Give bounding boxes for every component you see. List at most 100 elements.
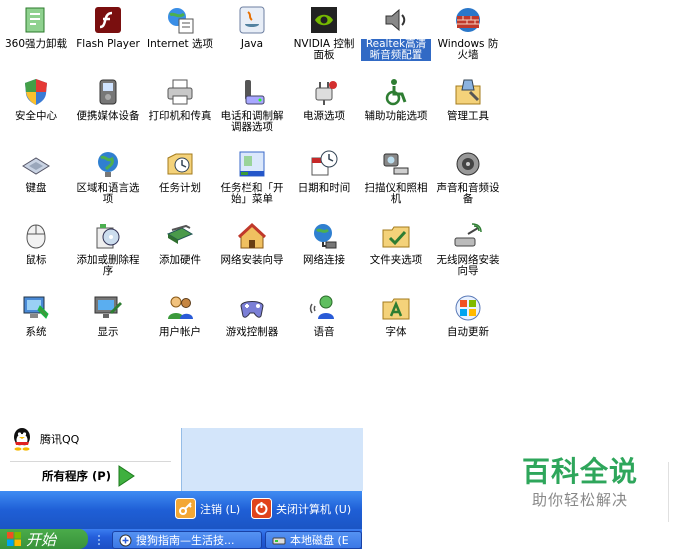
hardware-icon bbox=[164, 220, 196, 252]
qq-menu-item[interactable]: 腾讯QQ bbox=[10, 427, 79, 451]
network-wizard-icon bbox=[236, 220, 268, 252]
power-button-icon bbox=[251, 498, 272, 519]
flash-icon bbox=[92, 4, 124, 36]
control-panel-item[interactable]: Realtek高清晰音频配置 bbox=[360, 0, 432, 72]
control-panel-item[interactable]: 无线网络安装向导 bbox=[432, 216, 504, 288]
watermark: 百科全说 助你轻松解决 bbox=[510, 455, 650, 525]
control-panel-item-label: 字体 bbox=[385, 326, 407, 338]
control-panel-item-label: 管理工具 bbox=[447, 110, 489, 122]
control-panel-item[interactable]: 显示 bbox=[72, 288, 144, 360]
control-panel-item-label: 网络安装向导 bbox=[220, 254, 284, 266]
control-panel-item[interactable]: 安全中心 bbox=[0, 72, 72, 144]
control-panel-item[interactable]: 用户帐户 bbox=[144, 288, 216, 360]
control-panel-item[interactable]: 管理工具 bbox=[432, 72, 504, 144]
watermark-title: 百科全说 bbox=[521, 455, 638, 488]
windows-update-icon bbox=[452, 292, 484, 324]
printer-icon bbox=[164, 76, 196, 108]
control-panel-item-label: 键盘 bbox=[25, 182, 47, 194]
control-panel-item-label: 日期和时间 bbox=[297, 182, 351, 194]
control-panel-item[interactable]: 360强力卸载 bbox=[0, 0, 72, 72]
control-panel-item[interactable]: 任务栏和「开始」菜单 bbox=[216, 144, 288, 216]
control-panel-item-label: 安全中心 bbox=[15, 110, 57, 122]
uninstaller-icon bbox=[20, 4, 52, 36]
control-panel-item[interactable]: 区域和语言选项 bbox=[72, 144, 144, 216]
folder-options-icon bbox=[380, 220, 412, 252]
qq-label: 腾讯QQ bbox=[40, 433, 80, 446]
control-panel-item[interactable]: 声音和音频设备 bbox=[432, 144, 504, 216]
control-panel-item-label: Java bbox=[240, 38, 264, 50]
control-panel-item[interactable]: 电话和调制解调器选项 bbox=[216, 72, 288, 144]
control-panel-item-label: 电源选项 bbox=[303, 110, 345, 122]
display-icon bbox=[92, 292, 124, 324]
start-button[interactable]: 开始 bbox=[0, 529, 88, 549]
control-panel-item[interactable]: 语音 bbox=[288, 288, 360, 360]
control-panel-item[interactable]: 键盘 bbox=[0, 144, 72, 216]
control-panel-grid: 360强力卸载 Flash Player Internet 选项 Java NVIDIA… bbox=[0, 0, 520, 360]
control-panel-item[interactable]: 辅助功能选项 bbox=[360, 72, 432, 144]
nvidia-icon bbox=[308, 4, 340, 36]
control-panel-item[interactable]: 鼠标 bbox=[0, 216, 72, 288]
control-panel-item[interactable]: 便携媒体设备 bbox=[72, 72, 144, 144]
control-panel-item-label: 电话和调制解调器选项 bbox=[220, 110, 284, 133]
control-panel-item[interactable]: 任务计划 bbox=[144, 144, 216, 216]
control-panel-item[interactable]: 自动更新 bbox=[432, 288, 504, 360]
control-panel-item[interactable]: 网络连接 bbox=[288, 216, 360, 288]
qq-penguin-icon bbox=[14, 428, 30, 451]
control-panel-item[interactable]: 字体 bbox=[360, 288, 432, 360]
control-panel-item[interactable]: 打印机和传真 bbox=[144, 72, 216, 144]
start-menu-left-pane: 腾讯QQ 所有程序 (P) bbox=[0, 425, 181, 491]
scanner-icon bbox=[380, 148, 412, 180]
task-button-sogou[interactable]: 搜狗指南—生活技... bbox=[112, 531, 262, 549]
fonts-icon bbox=[380, 292, 412, 324]
control-panel-item[interactable]: NVIDIA 控制面板 bbox=[288, 0, 360, 72]
control-panel-item-label: 便携媒体设备 bbox=[76, 110, 140, 122]
clock-icon bbox=[308, 148, 340, 180]
control-panel-item-label: 扫描仪和照相机 bbox=[364, 182, 428, 205]
control-panel-item-label: 任务栏和「开始」菜单 bbox=[220, 182, 284, 205]
control-panel-item[interactable]: 电源选项 bbox=[288, 72, 360, 144]
system-icon bbox=[20, 292, 52, 324]
control-panel-item-label: 显示 bbox=[97, 326, 119, 338]
logoff-label: 注销 (L) bbox=[200, 502, 241, 516]
control-panel-item-label: Realtek高清晰音频配置 bbox=[361, 39, 431, 61]
logoff-button[interactable]: 注销 (L) bbox=[175, 498, 240, 519]
control-panel-item[interactable]: Internet 选项 bbox=[144, 0, 216, 72]
control-panel-item[interactable]: Java bbox=[216, 0, 288, 72]
control-panel-item-label: 网络连接 bbox=[303, 254, 345, 266]
admin-tools-icon bbox=[452, 76, 484, 108]
shutdown-button[interactable]: 关闭计算机 (U) bbox=[251, 498, 351, 519]
control-panel-item[interactable]: 文件夹选项 bbox=[360, 216, 432, 288]
control-panel-item[interactable]: 扫描仪和照相机 bbox=[360, 144, 432, 216]
start-menu-right-pane bbox=[181, 428, 363, 491]
all-programs-label: 所有程序 (P) bbox=[42, 469, 111, 483]
control-panel-item-label: 文件夹选项 bbox=[369, 254, 423, 266]
control-panel-item-label: 辅助功能选项 bbox=[364, 110, 428, 122]
gamepad-icon bbox=[236, 292, 268, 324]
internet-options-icon bbox=[164, 4, 196, 36]
all-programs-button[interactable]: 所有程序 (P) bbox=[42, 465, 135, 487]
control-panel-item[interactable]: 日期和时间 bbox=[288, 144, 360, 216]
control-panel-item[interactable]: 游戏控制器 bbox=[216, 288, 288, 360]
quick-launch-grip-icon[interactable] bbox=[94, 532, 104, 546]
start-menu-separator bbox=[10, 461, 171, 462]
power-icon bbox=[308, 76, 340, 108]
scheduled-tasks-icon bbox=[164, 148, 196, 180]
edge-divider bbox=[668, 462, 669, 522]
control-panel-item[interactable]: Flash Player bbox=[72, 0, 144, 72]
control-panel-item-label: Windows 防火墙 bbox=[437, 38, 499, 61]
control-panel-item[interactable]: 添加或删除程序 bbox=[72, 216, 144, 288]
control-panel-item[interactable]: Windows 防火墙 bbox=[432, 0, 504, 72]
control-panel-item-label: 声音和音频设备 bbox=[436, 182, 500, 205]
accessibility-icon bbox=[380, 76, 412, 108]
control-panel-item[interactable]: 网络安装向导 bbox=[216, 216, 288, 288]
add-remove-icon bbox=[92, 220, 124, 252]
phone-modem-icon bbox=[236, 76, 268, 108]
task-button-local-disk[interactable]: 本地磁盘 (E bbox=[265, 531, 362, 549]
task-label: 本地磁盘 (E bbox=[290, 534, 349, 547]
control-panel-item-label: 游戏控制器 bbox=[225, 326, 279, 338]
control-panel-item[interactable]: 系统 bbox=[0, 288, 72, 360]
speaker-icon bbox=[380, 4, 412, 36]
shutdown-label: 关闭计算机 (U) bbox=[276, 502, 352, 516]
control-panel-item[interactable]: 添加硬件 bbox=[144, 216, 216, 288]
start-menu: 腾讯QQ 所有程序 (P) 注销 (L) 关闭计算机 (U) bbox=[0, 425, 363, 529]
